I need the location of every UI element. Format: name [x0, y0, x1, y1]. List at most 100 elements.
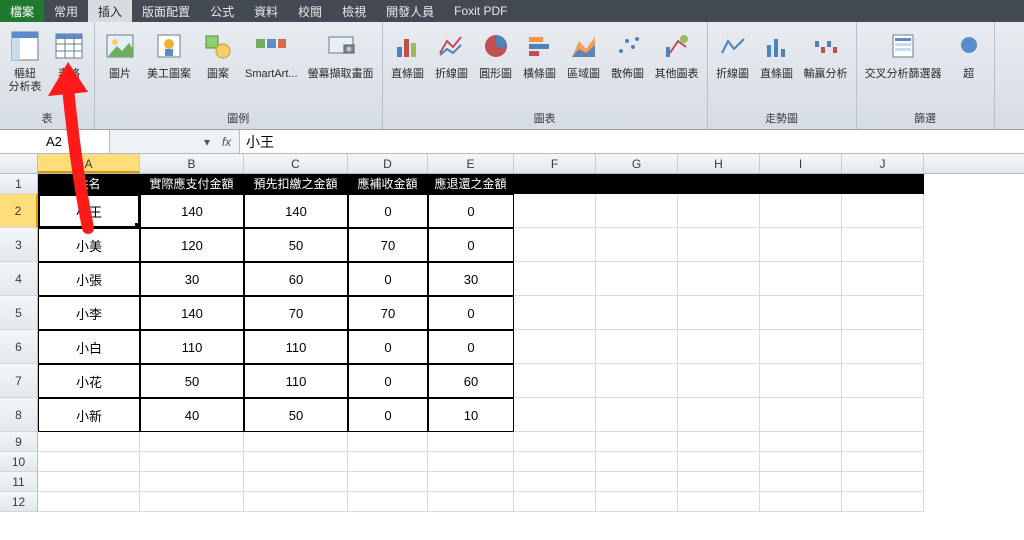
col-header-C[interactable]: C: [244, 154, 348, 173]
col-header-I[interactable]: I: [760, 154, 842, 173]
cell[interactable]: [514, 262, 596, 296]
row-header-10[interactable]: 10: [0, 452, 38, 472]
row-header-2[interactable]: 2: [0, 194, 38, 228]
cell[interactable]: [760, 262, 842, 296]
cell[interactable]: [678, 228, 760, 262]
tab-developer[interactable]: 開發人員: [376, 0, 444, 22]
fx-icon[interactable]: fx: [214, 130, 240, 153]
cell[interactable]: 50: [244, 398, 348, 432]
cell[interactable]: 70: [244, 296, 348, 330]
hdr-prepaid[interactable]: 預先扣繳之金額: [244, 174, 348, 194]
cell[interactable]: 小王: [38, 194, 140, 228]
cell[interactable]: 60: [244, 262, 348, 296]
cell[interactable]: [842, 364, 924, 398]
slicer-button[interactable]: 交叉分析篩選器: [863, 24, 944, 81]
cell[interactable]: 0: [348, 262, 428, 296]
cell[interactable]: 0: [348, 330, 428, 364]
cell[interactable]: [596, 262, 678, 296]
tab-data[interactable]: 資料: [244, 0, 288, 22]
row-header-5[interactable]: 5: [0, 296, 38, 330]
hdr-collect[interactable]: 應補收金額: [348, 174, 428, 194]
cell[interactable]: [760, 194, 842, 228]
cell-empty[interactable]: [514, 174, 596, 194]
picture-button[interactable]: 圖片: [101, 24, 139, 81]
cell[interactable]: 50: [140, 364, 244, 398]
tab-view[interactable]: 檢視: [332, 0, 376, 22]
tab-file[interactable]: 檔案: [0, 0, 44, 22]
cell[interactable]: 30: [140, 262, 244, 296]
cell[interactable]: [514, 194, 596, 228]
cell[interactable]: [596, 194, 678, 228]
cell[interactable]: 0: [428, 194, 514, 228]
cell[interactable]: [514, 228, 596, 262]
cell[interactable]: [842, 398, 924, 432]
cell[interactable]: [842, 228, 924, 262]
col-header-B[interactable]: B: [140, 154, 244, 173]
col-header-E[interactable]: E: [428, 154, 514, 173]
cell[interactable]: 0: [428, 296, 514, 330]
cell[interactable]: [678, 330, 760, 364]
cell[interactable]: 140: [140, 296, 244, 330]
cell-empty[interactable]: [596, 174, 678, 194]
screenshot-button[interactable]: 螢幕擷取畫面: [306, 24, 376, 81]
bar-chart-button[interactable]: 直條圖: [389, 24, 427, 81]
cell[interactable]: [760, 364, 842, 398]
row-header-6[interactable]: 6: [0, 330, 38, 364]
cell[interactable]: [596, 296, 678, 330]
cell[interactable]: [760, 330, 842, 364]
cell-empty[interactable]: [760, 174, 842, 194]
cell[interactable]: 0: [348, 398, 428, 432]
cell[interactable]: 0: [348, 364, 428, 398]
tab-layout[interactable]: 版面配置: [132, 0, 200, 22]
area-chart-button[interactable]: 區域圖: [565, 24, 603, 81]
other-chart-button[interactable]: 其他圖表: [653, 24, 701, 81]
hbar-chart-button[interactable]: 橫條圖: [521, 24, 559, 81]
cell[interactable]: [678, 296, 760, 330]
row-header-1[interactable]: 1: [0, 174, 38, 194]
cell[interactable]: [678, 262, 760, 296]
cell[interactable]: [760, 228, 842, 262]
spark-col-button[interactable]: 直條圖: [758, 24, 796, 81]
cell[interactable]: 70: [348, 228, 428, 262]
cell[interactable]: 小花: [38, 364, 140, 398]
tab-foxit[interactable]: Foxit PDF: [444, 0, 517, 22]
shapes-button[interactable]: 圖案: [199, 24, 237, 81]
cell[interactable]: 140: [140, 194, 244, 228]
more-button[interactable]: 超: [950, 24, 988, 81]
cell[interactable]: 110: [244, 330, 348, 364]
cell[interactable]: [514, 296, 596, 330]
cell[interactable]: [760, 296, 842, 330]
name-box[interactable]: A2: [0, 130, 110, 153]
hdr-refund[interactable]: 應退還之金額: [428, 174, 514, 194]
cell[interactable]: 0: [428, 228, 514, 262]
pivot-table-button[interactable]: 樞紐 分析表: [6, 24, 44, 94]
cell[interactable]: 40: [140, 398, 244, 432]
cell[interactable]: 小張: [38, 262, 140, 296]
row-header-3[interactable]: 3: [0, 228, 38, 262]
cell[interactable]: [596, 364, 678, 398]
spark-wl-button[interactable]: 輸贏分析: [802, 24, 850, 81]
cell[interactable]: 小李: [38, 296, 140, 330]
col-header-A[interactable]: A: [38, 154, 140, 173]
clipart-button[interactable]: 美工圖案: [145, 24, 193, 81]
cell[interactable]: [514, 364, 596, 398]
row-header-9[interactable]: 9: [0, 432, 38, 452]
cell[interactable]: [514, 398, 596, 432]
cell[interactable]: [678, 194, 760, 228]
cell[interactable]: [842, 262, 924, 296]
pie-chart-button[interactable]: 圓形圖: [477, 24, 515, 81]
formula-input[interactable]: 小王: [240, 130, 1024, 153]
cell[interactable]: [678, 398, 760, 432]
table-button[interactable]: 表格: [50, 24, 88, 81]
spark-line-button[interactable]: 折線圖: [714, 24, 752, 81]
col-header-G[interactable]: G: [596, 154, 678, 173]
cell[interactable]: 小美: [38, 228, 140, 262]
tab-insert[interactable]: 插入: [88, 0, 132, 22]
cell[interactable]: 小白: [38, 330, 140, 364]
cell[interactable]: 140: [244, 194, 348, 228]
name-box-dropdown[interactable]: ▾: [110, 130, 214, 153]
col-header-F[interactable]: F: [514, 154, 596, 173]
cell[interactable]: [514, 330, 596, 364]
cell[interactable]: 30: [428, 262, 514, 296]
cell-empty[interactable]: [678, 174, 760, 194]
